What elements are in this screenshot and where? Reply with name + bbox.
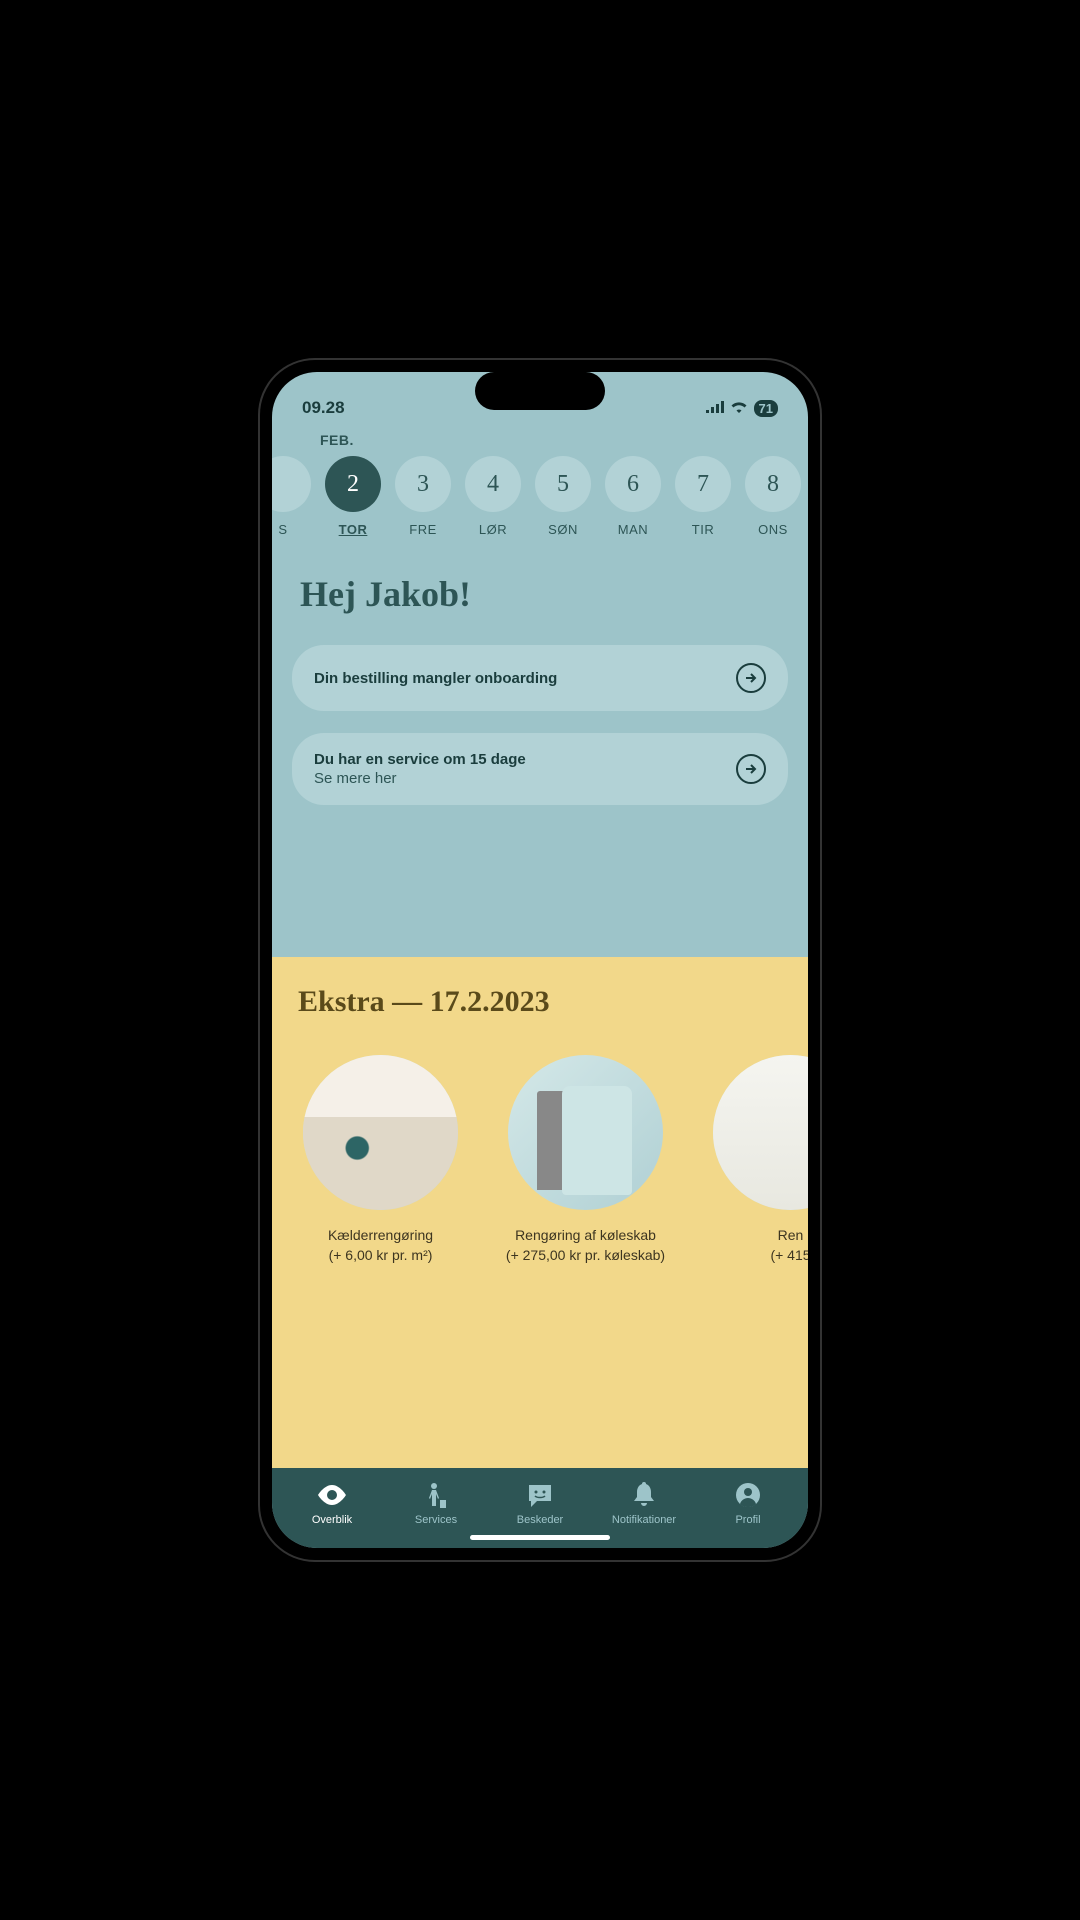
extra-item-image xyxy=(508,1055,663,1210)
month-label: FEB. xyxy=(272,428,808,448)
extra-item-price: (+ 6,00 kr pr. m²) xyxy=(328,1246,433,1266)
greeting-heading: Hej Jakob! xyxy=(272,537,808,635)
extra-item-label: Ren (+ 415 xyxy=(770,1226,808,1265)
date-number xyxy=(272,456,311,512)
extra-item-price: (+ 415 xyxy=(770,1246,808,1266)
nav-label: Profil xyxy=(735,1514,760,1526)
date-weekday: TOR xyxy=(339,522,368,537)
bell-icon xyxy=(633,1482,655,1508)
date-number: 7 xyxy=(675,456,731,512)
date-number: 4 xyxy=(465,456,521,512)
extra-heading: Ekstra — 17.2.2023 xyxy=(298,985,808,1019)
date-weekday: S xyxy=(278,522,287,537)
date-weekday: TIR xyxy=(692,522,714,537)
date-weekday: SØN xyxy=(548,522,578,537)
signal-icon xyxy=(706,398,724,418)
home-indicator[interactable] xyxy=(470,1535,610,1540)
extra-item-basement-cleaning[interactable]: Kælderrengøring (+ 6,00 kr pr. m²) xyxy=(298,1055,463,1265)
nav-profil[interactable]: Profil xyxy=(708,1482,788,1526)
nav-services[interactable]: Services xyxy=(396,1482,476,1526)
extra-item-label: Rengøring af køleskab (+ 275,00 kr pr. k… xyxy=(506,1226,665,1265)
date-cell[interactable]: 8 ONS xyxy=(742,456,804,537)
date-weekday: ONS xyxy=(758,522,788,537)
notice-title: Din bestilling mangler onboarding xyxy=(314,670,557,687)
notice-text: Din bestilling mangler onboarding xyxy=(314,670,557,687)
date-cell[interactable]: 7 TIR xyxy=(672,456,734,537)
nav-label: Services xyxy=(415,1514,457,1526)
nav-beskeder[interactable]: Beskeder xyxy=(500,1482,580,1526)
arrow-right-icon xyxy=(736,663,766,693)
extra-item-image xyxy=(713,1055,808,1210)
extra-item-fridge-cleaning[interactable]: Rengøring af køleskab (+ 275,00 kr pr. k… xyxy=(503,1055,668,1265)
date-cell-selected[interactable]: 2 TOR xyxy=(322,456,384,537)
extra-item-label: Kælderrengøring (+ 6,00 kr pr. m²) xyxy=(328,1226,433,1265)
date-strip[interactable]: S 2 TOR 3 FRE 4 LØR 5 SØN 6 MAN xyxy=(272,448,808,537)
date-cell[interactable]: 6 MAN xyxy=(602,456,664,537)
phone-frame: 09.28 71 FEB. S 2 TOR 3 xyxy=(260,360,820,1560)
extra-item-name: Ren xyxy=(770,1226,808,1246)
battery-indicator: 71 xyxy=(754,400,778,417)
eye-icon xyxy=(318,1482,346,1508)
nav-notifikationer[interactable]: Notifikationer xyxy=(604,1482,684,1526)
date-cell[interactable]: 4 LØR xyxy=(462,456,524,537)
cleaner-icon xyxy=(424,1482,448,1508)
date-cell[interactable]: 3 FRE xyxy=(392,456,454,537)
date-cell[interactable]: 5 SØN xyxy=(532,456,594,537)
notice-text: Du har en service om 15 dage Se mere her xyxy=(314,751,526,787)
profile-icon xyxy=(735,1482,761,1508)
status-indicators: 71 xyxy=(706,398,778,418)
extra-carousel[interactable]: Kælderrengøring (+ 6,00 kr pr. m²) Rengø… xyxy=(298,1055,808,1265)
notice-title: Du har en service om 15 dage xyxy=(314,751,526,768)
chat-icon xyxy=(527,1482,553,1508)
extra-item-image xyxy=(303,1055,458,1210)
date-number: 3 xyxy=(395,456,451,512)
extra-item-partial[interactable]: Ren (+ 415 xyxy=(708,1055,808,1265)
date-number: 5 xyxy=(535,456,591,512)
date-number: 8 xyxy=(745,456,801,512)
extra-item-price: (+ 275,00 kr pr. køleskab) xyxy=(506,1246,665,1266)
date-cell[interactable]: S xyxy=(272,456,314,537)
extra-item-name: Rengøring af køleskab xyxy=(506,1226,665,1246)
nav-label: Overblik xyxy=(312,1514,352,1526)
date-number: 2 xyxy=(325,456,381,512)
wifi-icon xyxy=(730,398,748,418)
nav-label: Beskeder xyxy=(517,1514,563,1526)
app-screen: 09.28 71 FEB. S 2 TOR 3 xyxy=(272,372,808,1548)
notice-onboarding[interactable]: Din bestilling mangler onboarding xyxy=(292,645,788,711)
nav-label: Notifikationer xyxy=(612,1514,676,1526)
extra-section: Ekstra — 17.2.2023 Kælderrengøring (+ 6,… xyxy=(272,957,808,1468)
dynamic-island xyxy=(475,372,605,410)
date-weekday: LØR xyxy=(479,522,507,537)
date-number: 6 xyxy=(605,456,661,512)
notice-upcoming-service[interactable]: Du har en service om 15 dage Se mere her xyxy=(292,733,788,805)
date-weekday: FRE xyxy=(409,522,437,537)
status-time: 09.28 xyxy=(302,398,345,418)
arrow-right-icon xyxy=(736,754,766,784)
date-weekday: MAN xyxy=(618,522,648,537)
nav-overblik[interactable]: Overblik xyxy=(292,1482,372,1526)
notice-subtitle: Se mere her xyxy=(314,770,526,787)
extra-item-name: Kælderrengøring xyxy=(328,1226,433,1246)
